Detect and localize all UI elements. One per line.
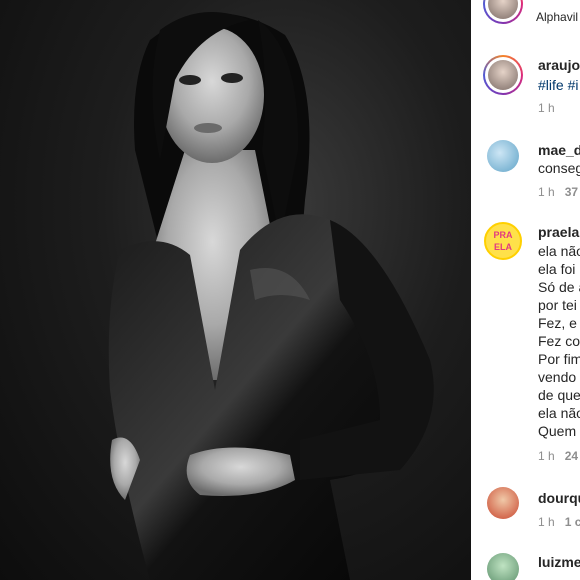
comment-time: 1 h	[538, 101, 555, 115]
comment-text: ela não ela foi Só de a por tei Fez, e F…	[538, 242, 580, 440]
comment-item: PRA ELA praela ela não ela foi Só de a p…	[471, 222, 580, 472]
comment-item: dourqu 1 h 1 c	[471, 487, 580, 537]
comment-item: mae_d conseg 1 h 37	[471, 140, 580, 200]
comment-likes[interactable]: 24	[565, 449, 578, 463]
comment-time: 1 h	[538, 185, 555, 199]
comment-line: ela não	[538, 405, 580, 421]
post-photo[interactable]	[0, 0, 471, 580]
comment-line: vendo	[538, 369, 577, 385]
comments-panel: Alphavil araujov #life #i 1 h mae_d cons…	[471, 0, 580, 580]
comment-username[interactable]: dourqu	[538, 490, 580, 506]
comment-time: 1 h	[538, 449, 555, 463]
comment-meta: 1 h 37	[538, 185, 578, 199]
comment-line: de que	[538, 387, 580, 403]
comment-line: Fez, e	[538, 315, 577, 331]
comment-time: 1 h	[538, 515, 555, 529]
comment-likes[interactable]: 1 c	[565, 515, 580, 529]
post-header: Alphavil	[471, 0, 580, 30]
comment-likes[interactable]: 37	[565, 185, 578, 199]
comment-username[interactable]: praela	[538, 224, 579, 240]
comment-item: araujov #life #i 1 h	[471, 55, 580, 135]
user-avatar-icon[interactable]	[487, 487, 519, 519]
story-ring-avatar-icon[interactable]	[483, 0, 523, 24]
comment-line: Por fim	[538, 351, 580, 367]
comment-line: Só de a	[538, 279, 580, 295]
portrait-illustration	[108, 12, 434, 580]
badge-line-1: PRA	[493, 230, 513, 240]
comment-username[interactable]: araujov	[538, 57, 580, 73]
praela-avatar-icon[interactable]: PRA ELA	[484, 222, 522, 260]
comment-line: Quem	[538, 423, 577, 439]
comment-line: Fez co	[538, 333, 580, 349]
comment-line: por tei	[538, 297, 577, 313]
comment-line: ela não	[538, 243, 580, 259]
user-avatar-icon[interactable]	[487, 140, 519, 172]
post-location[interactable]: Alphavil	[536, 8, 578, 26]
comment-meta: 1 h 24	[538, 449, 578, 463]
user-avatar-icon[interactable]	[487, 553, 519, 580]
comment-meta: 1 h 1 c	[538, 515, 580, 529]
comment-item: luizme	[471, 553, 580, 580]
comment-hashtags[interactable]: #life #i	[538, 76, 578, 94]
comment-username[interactable]: mae_d	[538, 142, 580, 158]
comment-line: ela foi	[538, 261, 576, 277]
comment-username[interactable]: luizme	[538, 554, 580, 570]
comment-text: conseg	[538, 160, 580, 176]
story-ring-avatar-icon[interactable]	[483, 55, 523, 95]
badge-line-2: ELA	[494, 242, 512, 252]
